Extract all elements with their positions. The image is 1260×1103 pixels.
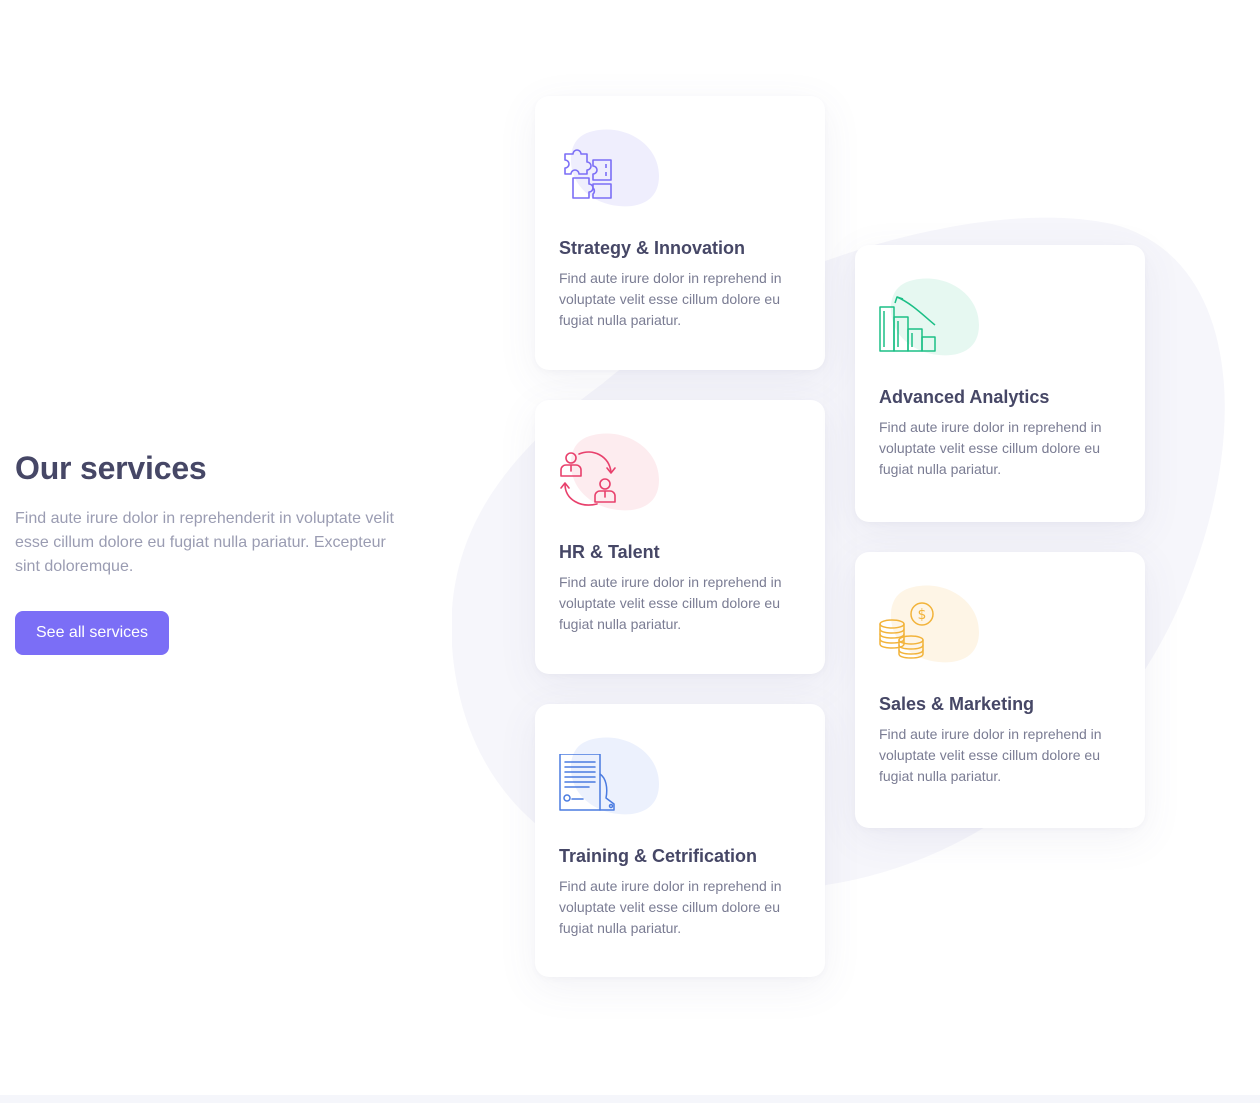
service-description: Find aute irure dolor in reprehend in vo…: [559, 878, 782, 936]
service-description: Find aute irure dolor in reprehend in vo…: [879, 726, 1102, 784]
intro-section: Our services Find aute irure dolor in re…: [15, 450, 415, 655]
service-card-analytics[interactable]: Advanced Analytics Find aute irure dolor…: [855, 245, 1145, 522]
service-card-training[interactable]: Training & Cetrification Find aute irure…: [535, 704, 825, 977]
svg-text:$: $: [918, 607, 927, 623]
see-all-services-button[interactable]: See all services: [15, 611, 170, 655]
service-icon-wrap: [559, 126, 669, 212]
service-icon-wrap: [879, 275, 989, 361]
service-description: Find aute irure dolor in reprehend in vo…: [559, 574, 782, 632]
service-title: Advanced Analytics: [879, 387, 1050, 407]
section-description: Find aute irure dolor in reprehenderit i…: [15, 510, 394, 575]
service-card-strategy[interactable]: Strategy & Innovation Find aute irure do…: [535, 96, 825, 370]
coins-icon: $: [879, 602, 934, 659]
footer-divider: [0, 1095, 1260, 1103]
service-title: Strategy & Innovation: [559, 238, 746, 258]
service-card-sales[interactable]: $ Sales & Marketing Find aute irure dolo…: [855, 552, 1145, 828]
certificate-icon: [559, 754, 615, 811]
puzzle-icon: [564, 149, 612, 199]
service-icon-wrap: [559, 734, 669, 820]
service-description: Find aute irure dolor in reprehend in vo…: [879, 419, 1102, 477]
service-icon-wrap: $: [879, 582, 989, 668]
service-card-hr[interactable]: HR & Talent Find aute irure dolor in rep…: [535, 400, 825, 674]
service-title: Training & Cetrification: [559, 846, 758, 866]
service-description: Find aute irure dolor in reprehend in vo…: [559, 270, 782, 328]
bar-chart-icon: [879, 296, 936, 352]
people-exchange-icon: [560, 451, 616, 506]
service-title: HR & Talent: [559, 542, 660, 562]
section-title: Our services: [15, 450, 207, 486]
service-title: Sales & Marketing: [879, 694, 1035, 714]
service-icon-wrap: [559, 430, 669, 516]
